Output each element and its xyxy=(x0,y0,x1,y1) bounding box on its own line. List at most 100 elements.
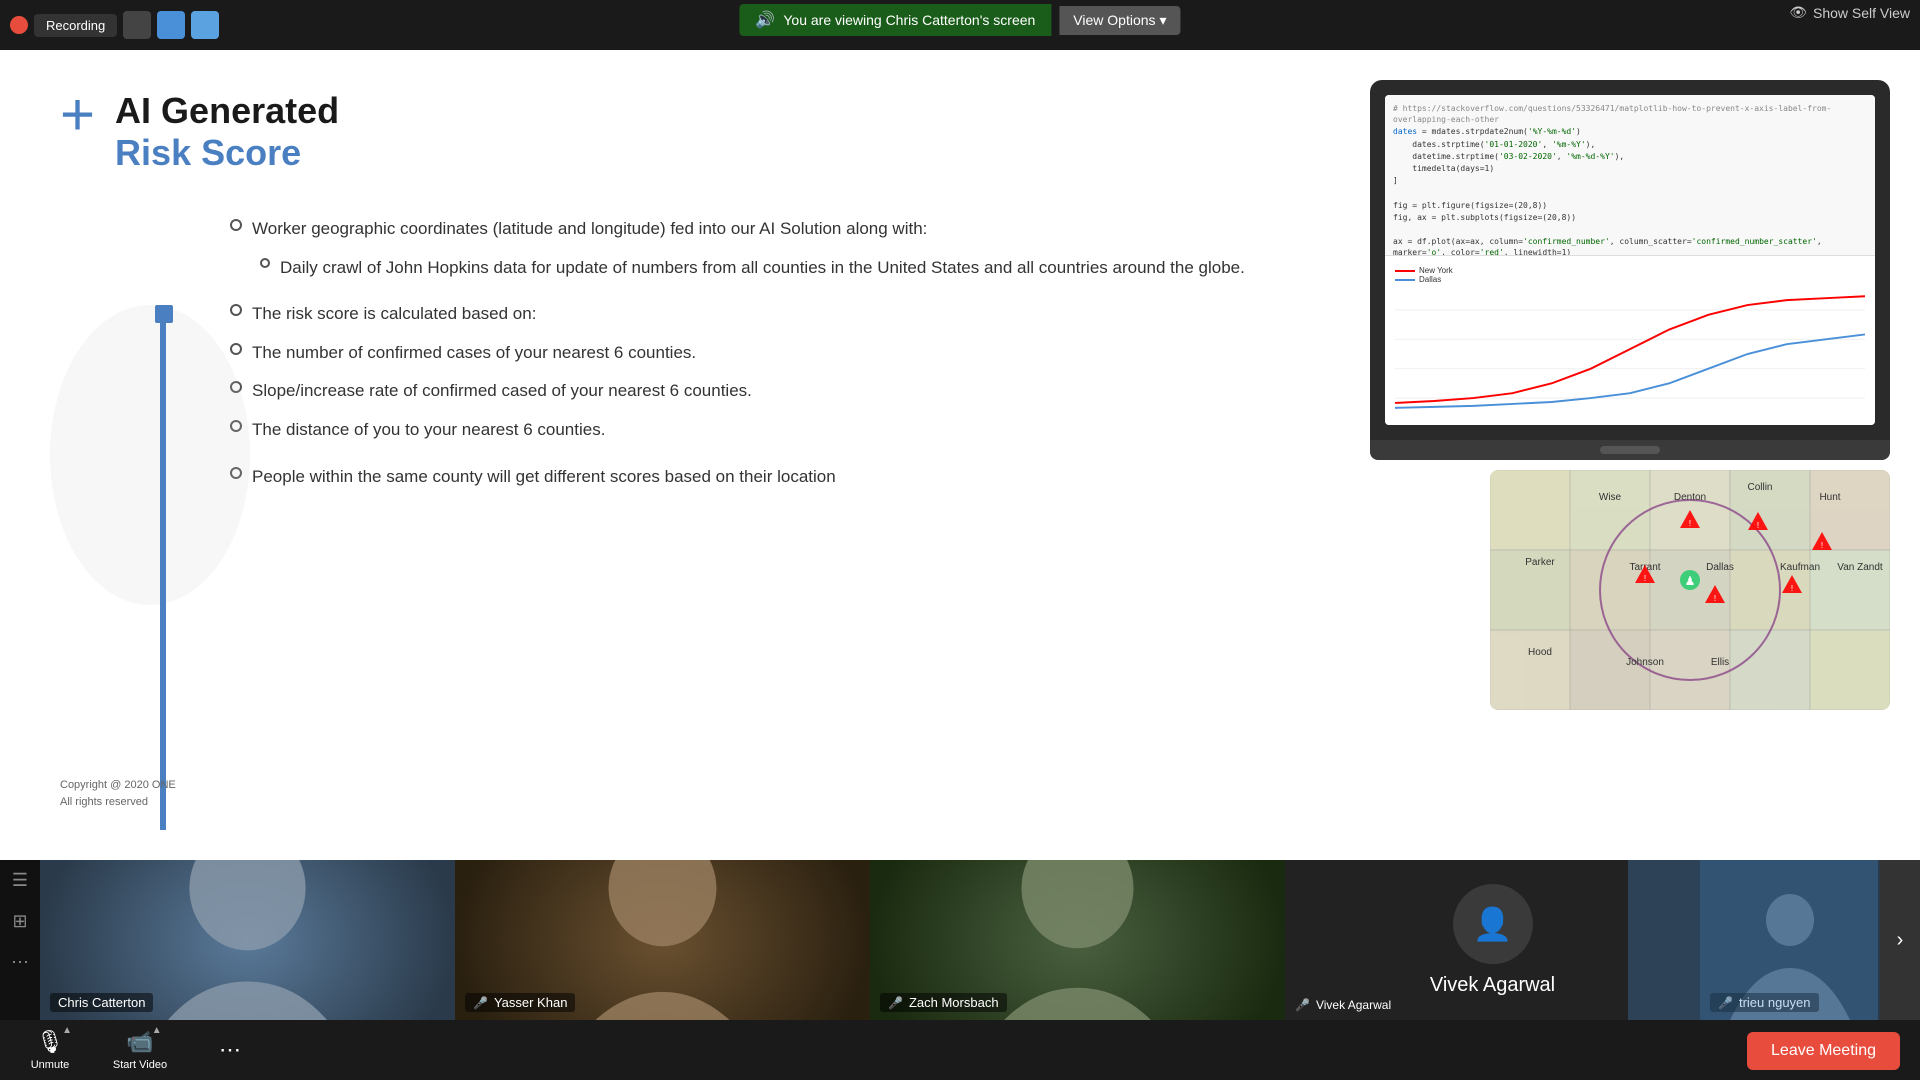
video-icon: 📹 xyxy=(126,1029,153,1054)
mic-icon: 🎙 xyxy=(36,1029,64,1054)
blue-bar xyxy=(160,310,166,830)
presentation-content: + AI Generated Risk Score Worker geograp… xyxy=(0,50,1920,860)
laptop-frame: # https://stackoverflow.com/questions/53… xyxy=(1370,80,1890,440)
svg-text:♟: ♟ xyxy=(1685,574,1696,588)
top-bar: Recording 🔊 You are viewing Chris Catter… xyxy=(0,0,1920,50)
svg-text:!: ! xyxy=(1821,541,1823,550)
bullet-text-6: People within the same county will get d… xyxy=(252,462,836,493)
bullet-text-2: The risk score is calculated based on: xyxy=(252,299,536,330)
screen-banner-text: You are viewing Chris Catterton's screen xyxy=(783,12,1035,28)
start-video-button[interactable]: 📹 ▲ Start Video xyxy=(110,1029,170,1071)
mic-off-icon-2: 🎤 xyxy=(888,996,903,1010)
chevron-up-icon-2: ▲ xyxy=(152,1025,162,1036)
view-btn-3[interactable] xyxy=(191,11,219,39)
svg-text:!: ! xyxy=(1791,584,1793,593)
start-video-label: Start Video xyxy=(113,1059,167,1071)
dots-icon: ⋯ xyxy=(219,1037,241,1063)
code-display: # https://stackoverflow.com/questions/53… xyxy=(1385,95,1875,255)
view-btn-1[interactable] xyxy=(123,11,151,39)
mic-off-icon: 🎤 xyxy=(473,996,488,1010)
participant-tile-vivek: 👤 Vivek Agarwal 🎤 Vivek Agarwal xyxy=(1285,860,1700,1020)
shared-screen: + AI Generated Risk Score Worker geograp… xyxy=(0,50,1920,860)
sidebar-apps-icon[interactable]: ⋯ xyxy=(11,952,29,973)
person-icon: 👤 xyxy=(1473,905,1513,943)
title-text: AI Generated Risk Score xyxy=(115,90,339,174)
participants-bar: ☰ ⊞ ⋯ Chris Catterton xyxy=(0,860,1920,1020)
decorative-circle xyxy=(50,305,250,605)
copyright-text: Copyright @ 2020 ONE All rights reserved xyxy=(60,777,176,810)
view-btn-2[interactable] xyxy=(157,11,185,39)
toolbar: 🎙 ▲ Unmute 📹 ▲ Start Video ⋯ Leave Meeti… xyxy=(0,1020,1920,1080)
plus-icon: + xyxy=(60,85,95,145)
map-svg: Wise Denton Collin Hunt Parker Tarrant D… xyxy=(1490,470,1890,710)
show-self-view-label: Show Self View xyxy=(1813,5,1910,21)
speaker-icon: 🔊 xyxy=(755,10,775,30)
legend-new-york: New York xyxy=(1419,266,1453,275)
eye-icon: 👁 xyxy=(1789,4,1807,21)
svg-text:Johnson: Johnson xyxy=(1626,657,1664,668)
svg-text:!: ! xyxy=(1644,574,1646,583)
participant-tile-yasser: 🎤 Yasser Khan xyxy=(455,860,870,1020)
unmute-button[interactable]: 🎙 ▲ Unmute xyxy=(20,1029,80,1071)
banner-text-container: 🔊 You are viewing Chris Catterton's scre… xyxy=(739,4,1051,36)
bullet-text-3: The number of confirmed cases of your ne… xyxy=(252,338,696,369)
unmute-label: Unmute xyxy=(31,1059,70,1071)
svg-text:Parker: Parker xyxy=(1525,557,1555,568)
chart-legend: New York Dallas xyxy=(1395,266,1865,284)
chevron-up-icon: ▲ xyxy=(62,1025,72,1036)
bullet-circle xyxy=(230,219,242,231)
more-options-button[interactable]: ⋯ xyxy=(200,1037,260,1063)
yasser-name-text: Yasser Khan xyxy=(494,995,567,1010)
trieu-name: 🎤 trieu nguyen xyxy=(1710,993,1819,1012)
yasser-name: 🎤 Yasser Khan xyxy=(465,993,575,1012)
screen-banner: 🔊 You are viewing Chris Catterton's scre… xyxy=(739,4,1180,36)
participant-tile-chris: Chris Catterton xyxy=(40,860,455,1020)
view-options-button[interactable]: View Options ▾ xyxy=(1059,6,1180,35)
chris-name-text: Chris Catterton xyxy=(58,995,145,1010)
trieu-name-text: trieu nguyen xyxy=(1739,995,1811,1010)
svg-text:!: ! xyxy=(1714,594,1716,603)
bullet-text-4: Slope/increase rate of confirmed cased o… xyxy=(252,376,752,407)
bullet-text-5: The distance of you to your nearest 6 co… xyxy=(252,415,605,446)
recording-label: Recording xyxy=(46,18,105,33)
laptop-notch xyxy=(1600,446,1660,454)
svg-text:Hunt: Hunt xyxy=(1819,492,1840,503)
leave-meeting-button[interactable]: Leave Meeting xyxy=(1747,1032,1900,1070)
vivek-name-bar: 🎤 Vivek Agarwal xyxy=(1295,998,1391,1012)
svg-text:!: ! xyxy=(1689,519,1691,528)
vivek-avatar: 👤 xyxy=(1453,884,1533,964)
svg-text:Collin: Collin xyxy=(1747,482,1772,493)
vivek-name-text: Vivek Agarwal xyxy=(1316,998,1391,1012)
svg-text:Denton: Denton xyxy=(1674,492,1706,503)
copyright-line2: All rights reserved xyxy=(60,794,176,811)
svg-text:Hood: Hood xyxy=(1528,647,1552,658)
chris-name: Chris Catterton xyxy=(50,993,153,1012)
view-options-label: View Options xyxy=(1073,12,1155,28)
participant-tile-zach: 🎤 Zach Morsbach xyxy=(870,860,1285,1020)
bullet-circle xyxy=(230,304,242,316)
sidebar-grid-icon[interactable]: ⊞ xyxy=(12,911,27,932)
legend-dallas: Dallas xyxy=(1419,275,1441,284)
sidebar-controls: ☰ ⊞ ⋯ xyxy=(0,860,40,1020)
svg-text:Ellis: Ellis xyxy=(1711,657,1729,668)
recording-button[interactable]: Recording xyxy=(34,14,117,37)
map-area: Wise Denton Collin Hunt Parker Tarrant D… xyxy=(1490,470,1890,710)
svg-text:Van Zandt: Van Zandt xyxy=(1837,562,1883,573)
laptop-screen: # https://stackoverflow.com/questions/53… xyxy=(1385,95,1875,425)
next-participants-arrow[interactable]: › xyxy=(1880,860,1920,1020)
chart-display: New York Dallas xyxy=(1385,255,1875,425)
svg-text:Dallas: Dallas xyxy=(1706,562,1734,573)
svg-text:!: ! xyxy=(1757,521,1759,530)
svg-text:Kaufman: Kaufman xyxy=(1780,562,1820,573)
zach-name-text: Zach Morsbach xyxy=(909,995,999,1010)
leave-label: Leave Meeting xyxy=(1771,1042,1876,1059)
sidebar-menu-icon[interactable]: ☰ xyxy=(12,870,28,891)
show-self-view-button[interactable]: 👁 Show Self View xyxy=(1789,4,1910,21)
chevron-right-icon: › xyxy=(1897,929,1904,952)
chevron-down-icon: ▾ xyxy=(1160,12,1167,29)
chart-svg xyxy=(1395,289,1865,419)
laptop-area: # https://stackoverflow.com/questions/53… xyxy=(1370,80,1890,460)
legend-red xyxy=(1395,270,1415,272)
svg-text:Wise: Wise xyxy=(1599,492,1622,503)
bullet-text-1: Worker geographic coordinates (latitude … xyxy=(252,214,927,245)
